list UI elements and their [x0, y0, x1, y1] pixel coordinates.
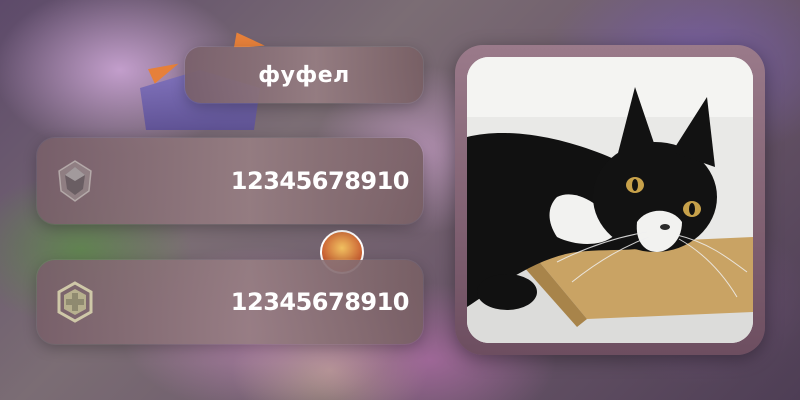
health-value: 12345678910 [230, 288, 410, 316]
stat-panel-health: 12345678910 [37, 260, 423, 344]
player-name: фуфел [258, 62, 350, 88]
stat-panel-rank: 12345678910 [37, 138, 423, 224]
crystal-rank-icon [55, 159, 95, 203]
player-name-panel: фуфел [185, 47, 423, 103]
rank-value: 12345678910 [230, 167, 410, 195]
game-scene: фуфел 12345678910 12345678910 [0, 0, 800, 400]
avatar-frame [455, 45, 765, 355]
black-white-cat-photo [467, 57, 753, 343]
medic-cross-hex-icon [55, 280, 95, 324]
avatar [467, 57, 753, 343]
